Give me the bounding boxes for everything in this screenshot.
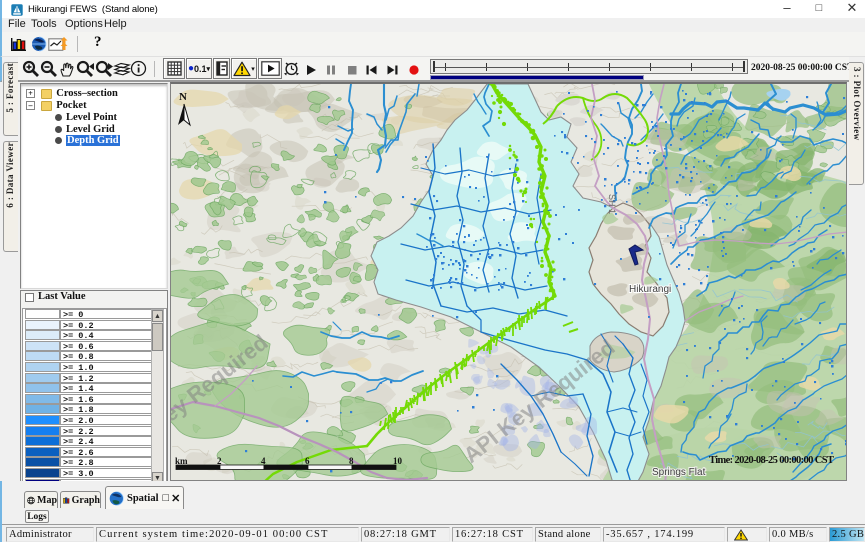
svg-text:Time: 2020-08-25 00:00:00 CST: Time: 2020-08-25 00:00:00 CST — [709, 455, 834, 466]
svg-text:km: km — [175, 456, 188, 466]
svg-text:Hikurangi: Hikurangi — [629, 284, 671, 295]
svg-text:6: 6 — [305, 456, 310, 466]
svg-text:2: 2 — [217, 456, 222, 466]
svg-text:SH 1: SH 1 — [607, 194, 617, 214]
svg-text:N: N — [179, 91, 187, 103]
svg-text:Springs Flat: Springs Flat — [652, 467, 706, 478]
svg-text:10: 10 — [393, 456, 403, 466]
svg-text:4: 4 — [261, 456, 266, 466]
svg-text:8: 8 — [349, 456, 354, 466]
